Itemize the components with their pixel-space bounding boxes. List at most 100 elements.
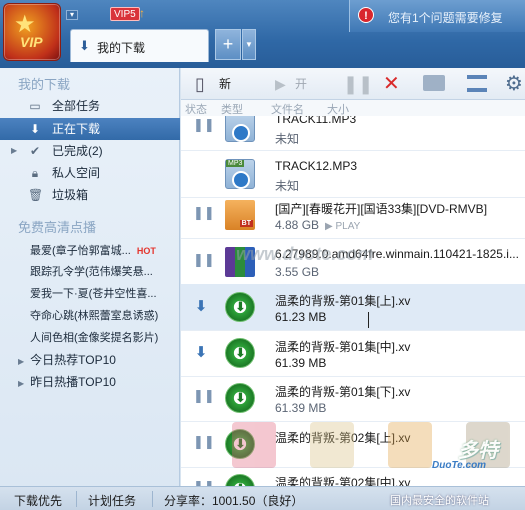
watermark-slogan: 国内最安全的软件站 bbox=[390, 495, 489, 507]
tab-my-downloads[interactable]: ⬇ 我的下载 bbox=[70, 29, 209, 62]
warning-icon: ! bbox=[358, 7, 374, 23]
top10-today-label: 今日热荐TOP10 bbox=[30, 353, 116, 367]
bt-folder-icon: BT bbox=[225, 200, 255, 230]
file-size-row: 4.88 GB ▶ PLAY bbox=[275, 218, 360, 232]
free-video-label: 跟踪孔令学(范伟爆笑悬... bbox=[30, 266, 153, 278]
file-name: 温柔的背叛-第01集[中].xv bbox=[275, 340, 411, 354]
sidebar-item-label: 全部任务 bbox=[52, 99, 101, 113]
tab-label: 我的下载 bbox=[97, 41, 146, 55]
file-size: 61.23 MB bbox=[275, 310, 327, 324]
download-icon: ⬇ bbox=[79, 38, 90, 53]
problem-notice[interactable]: ! 您有1个问题需要修复 bbox=[349, 0, 525, 32]
divider bbox=[152, 491, 153, 507]
table-row[interactable]: ⬇ ⬇ 温柔的背叛-第01集[上].xv 61.23 MB bbox=[181, 284, 525, 331]
status-bar: 下载优先 计划任务 分享率：1001.50（良好） 国内最安全的软件站 bbox=[0, 486, 525, 510]
pause-icon[interactable]: ❚❚ bbox=[193, 479, 215, 486]
sidebar: 我的下载 ▭ 全部任务 ⬇ 正在下载 ▶ ✔ 已完成(2) 🔒︎ 私人空间 🗑︎… bbox=[0, 68, 180, 486]
problem-notice-text: 您有1个问题需要修复 bbox=[388, 11, 503, 25]
free-video-label: 最爱(章子怡郭富城... bbox=[30, 245, 131, 257]
chevron-down-icon[interactable]: ▼ bbox=[242, 29, 256, 60]
divider bbox=[76, 491, 77, 507]
free-video-item[interactable]: 人间色相(金像奖提名影片) bbox=[30, 328, 178, 348]
file-size: 3.55 GB bbox=[275, 265, 320, 279]
expand-caret-icon: ▶ bbox=[18, 357, 25, 366]
table-row[interactable]: ❚❚ BT [国产][春暖花开][国语33集][DVD-RMVB] 4.88 G… bbox=[181, 192, 525, 239]
sidebar-item-all-tasks[interactable]: ▭ 全部任务 bbox=[0, 95, 180, 117]
free-video-item[interactable]: 跟踪孔令学(范伟爆笑悬... bbox=[30, 262, 178, 282]
gear-icon: ⚙ bbox=[505, 73, 523, 95]
pause-icon[interactable]: ❚❚ bbox=[193, 117, 215, 137]
xv-video-icon: ⬇ bbox=[225, 338, 255, 368]
free-video-item[interactable]: 最爱(章子怡郭富城... HOT bbox=[30, 241, 178, 261]
pause-icon[interactable]: ❚❚ bbox=[193, 205, 215, 225]
free-video-label: 夺命心跳(林熙蕾室息诱惑) bbox=[30, 310, 159, 322]
xunlei-vip-logo[interactable]: ★ VIP bbox=[3, 3, 61, 61]
toolbar: ▯ 新建 ▶ 开始 ❚❚ ✕ ⚙ bbox=[181, 68, 525, 123]
file-icon: ▭ bbox=[29, 99, 41, 113]
downloading-arrow-icon[interactable]: ⬇ bbox=[193, 343, 209, 363]
play-link[interactable]: ▶ PLAY bbox=[325, 221, 360, 232]
pause-icon[interactable]: ❚❚ bbox=[193, 434, 215, 454]
lock-icon: 🔒︎ bbox=[31, 166, 39, 180]
folder-icon bbox=[423, 75, 445, 91]
file-size: 61.39 MB bbox=[275, 356, 327, 370]
delete-x-icon: ✕ bbox=[383, 73, 400, 95]
scheduled-tasks-button[interactable]: 计划任务 bbox=[88, 492, 136, 509]
downloading-arrow-icon[interactable]: ⬇ bbox=[193, 297, 209, 317]
section-heading-my-downloads: 我的下载 bbox=[18, 77, 71, 92]
sidebar-item-label: 私人空间 bbox=[52, 166, 101, 180]
vip-level-badge[interactable]: VIP5 bbox=[110, 7, 140, 21]
sidebar-item-trash[interactable]: 🗑︎ 垃圾箱 bbox=[0, 184, 180, 206]
upgrade-arrow-icon: ↑ bbox=[139, 6, 145, 20]
sidebar-item-label: 正在下载 bbox=[52, 122, 101, 136]
xv-video-icon: ⬇ bbox=[225, 383, 255, 413]
sidebar-item-completed[interactable]: ▶ ✔ 已完成(2) bbox=[0, 140, 180, 162]
file-name: TRACK12.MP3 bbox=[275, 159, 358, 173]
table-row[interactable]: MP3 TRACK12.MP3 未知 bbox=[181, 151, 525, 198]
pause-icon[interactable]: ❚❚ bbox=[193, 252, 215, 272]
column-header-size[interactable]: 大小 bbox=[327, 101, 349, 117]
xv-video-icon: ⬇ bbox=[225, 474, 255, 486]
xv-video-icon: ⬇ bbox=[225, 429, 255, 459]
table-row[interactable]: ❚❚ TRACK11.MP3 未知 bbox=[181, 116, 525, 151]
file-size: 4.88 GB bbox=[275, 218, 320, 232]
sidebar-item-label: 垃圾箱 bbox=[52, 188, 89, 202]
pause-icon[interactable]: ❚❚ bbox=[193, 388, 215, 408]
pause-icon: ❚❚ bbox=[343, 74, 374, 94]
main-menu-dropdown-icon[interactable]: ▾ bbox=[66, 10, 78, 20]
table-row[interactable]: ❚❚ ⬇ 温柔的背叛-第02集[上].xv bbox=[181, 421, 525, 468]
column-header-type[interactable]: 类型 bbox=[221, 101, 243, 117]
column-headers: 状态 类型 文件名 大小 bbox=[181, 100, 525, 116]
download-priority-button[interactable]: 下载优先 bbox=[14, 492, 62, 509]
top10-yesterday[interactable]: ▶ 昨日热播TOP10 bbox=[18, 372, 116, 392]
file-name: [国产][春暖花开][国语33集][DVD-RMVB] bbox=[275, 202, 488, 216]
column-header-name[interactable]: 文件名 bbox=[271, 101, 304, 117]
xv-video-icon: ⬇ bbox=[225, 292, 255, 322]
add-tab-button[interactable]: + bbox=[215, 29, 241, 60]
sidebar-item-private-space[interactable]: 🔒︎ 私人空间 bbox=[0, 162, 180, 184]
checkmark-icon: ✔ bbox=[29, 144, 41, 158]
center-watermark: www.duote.com bbox=[236, 244, 374, 264]
file-name: 温柔的背叛-第01集[下].xv bbox=[275, 385, 411, 399]
play-icon: ▶ bbox=[275, 76, 286, 92]
table-row[interactable]: ⬇ ⬇ 温柔的背叛-第01集[中].xv 61.39 MB bbox=[181, 330, 525, 377]
top10-today[interactable]: ▶ 今日热荐TOP10 bbox=[18, 350, 116, 370]
title-bar: ★ VIP ▾ VIP5 ↑ ! 您有1个问题需要修复 ⬇ 我的下载 + ▼ bbox=[0, 0, 525, 68]
file-name: 温柔的背叛-第02集[上].xv bbox=[275, 431, 411, 445]
sidebar-item-label: 已完成(2) bbox=[52, 144, 103, 158]
file-name: TRACK11.MP3 bbox=[275, 116, 357, 126]
table-row[interactable]: ❚❚ ⬇ 温柔的背叛-第02集[中].xv bbox=[181, 466, 525, 486]
file-size: 未知 bbox=[275, 132, 300, 146]
expand-caret-icon[interactable]: ▶ bbox=[11, 140, 17, 162]
table-row[interactable]: ❚❚ ⬇ 温柔的背叛-第01集[下].xv 61.39 MB bbox=[181, 375, 525, 422]
file-name: 温柔的背叛-第01集[上].xv bbox=[275, 294, 411, 308]
mp3-file-icon bbox=[225, 116, 255, 142]
column-header-status[interactable]: 状态 bbox=[185, 101, 207, 117]
free-video-item[interactable]: 夺命心跳(林熙蕾室息诱惑) bbox=[30, 306, 178, 326]
mp3-file-icon: MP3 bbox=[225, 159, 255, 189]
share-rate: 分享率：1001.50（良好） bbox=[164, 494, 304, 508]
task-list: ❚❚ TRACK11.MP3 未知 MP3 TRACK12.MP3 未知 ❚❚ … bbox=[181, 116, 525, 486]
file-name: 温柔的背叛-第02集[中].xv bbox=[275, 476, 411, 486]
free-video-item[interactable]: 爱我一下·夏(苍井空性喜... bbox=[30, 284, 178, 304]
sidebar-item-downloading[interactable]: ⬇ 正在下载 bbox=[0, 118, 180, 140]
